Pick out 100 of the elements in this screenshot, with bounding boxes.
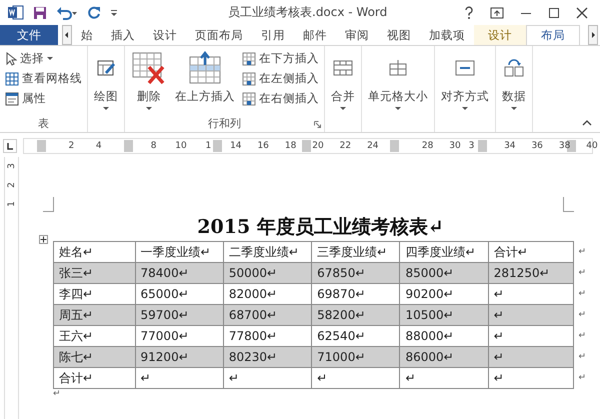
table-cell: 85000↵: [400, 262, 488, 284]
column-marker[interactable]: [478, 140, 487, 152]
ribbon-button[interactable]: 选择: [3, 50, 84, 67]
close-icon[interactable]: [576, 6, 588, 18]
table-cell: 80230↵: [223, 346, 312, 368]
ribbon-tab[interactable]: 插入: [102, 25, 144, 45]
ruler-number: 14: [230, 140, 242, 153]
table-cell: 张三↵: [54, 262, 136, 284]
ribbon-tab[interactable]: 审阅: [336, 25, 378, 45]
caret-icon: [146, 107, 152, 111]
table-cell: ↵: [488, 304, 574, 326]
merge-cells-icon: [332, 59, 354, 77]
ribbon-tab[interactable]: 页面布局: [186, 25, 252, 45]
column-marker[interactable]: [390, 140, 399, 152]
caret-icon: [511, 107, 517, 111]
paragraph-mark: ↵: [52, 389, 62, 399]
save-icon[interactable]: [33, 6, 47, 20]
cursor-icon: [5, 52, 17, 66]
data-icon: [503, 58, 525, 78]
caret-icon: [462, 107, 468, 111]
ribbon-button[interactable]: 在下方插入: [240, 50, 321, 67]
column-marker[interactable]: [37, 140, 46, 152]
ribbon-button[interactable]: 删除: [128, 48, 170, 116]
customize-icon[interactable]: [110, 8, 118, 18]
ruler-number: 40: [586, 140, 598, 153]
ruler-number: 18: [284, 140, 296, 153]
scroll-right-icon[interactable]: [588, 25, 598, 45]
ribbon-tab[interactable]: 始: [72, 25, 102, 45]
table-cell: ↵: [400, 368, 488, 388]
caret-icon: [103, 107, 109, 111]
ruler-number: 1: [206, 140, 212, 153]
window-title: 员工业绩考核表.docx - Word: [227, 4, 388, 21]
column-header: 一季度业绩↵: [135, 242, 224, 262]
column-marker[interactable]: [213, 140, 222, 152]
table-cell: 91200↵: [135, 346, 224, 368]
ribbon-button[interactable]: 数据: [499, 48, 529, 116]
column-marker[interactable]: [302, 140, 311, 152]
table-cell: 10500↵: [400, 304, 488, 326]
ribbon-button[interactable]: 在左侧插入: [240, 70, 321, 87]
ruler-number: 3: [468, 140, 474, 153]
ruler-number: 1: [6, 201, 16, 207]
ribbon-button[interactable]: 属性: [3, 90, 84, 107]
ruler-number: 2: [6, 182, 16, 188]
column-header: 姓名↵: [54, 242, 136, 262]
ruler-number: 8: [150, 140, 156, 153]
ribbon-button[interactable]: 合并: [328, 48, 358, 116]
collapse-ribbon-icon[interactable]: [582, 120, 592, 126]
ruler-number: 20: [312, 140, 324, 153]
ribbon-display-icon[interactable]: [490, 6, 504, 18]
word-icon[interactable]: [8, 5, 24, 20]
table-cell: ↵: [135, 368, 224, 388]
table-cell: 71000↵: [312, 346, 400, 368]
row-end-mark: ↵: [574, 262, 592, 284]
tab-selector-icon[interactable]: [3, 139, 17, 153]
file-tab[interactable]: 文件: [0, 25, 58, 45]
properties-icon: [5, 92, 19, 106]
ribbon-tab[interactable]: 引用: [252, 25, 294, 45]
ruler-number: 30: [449, 140, 461, 153]
caret-icon: [47, 56, 53, 60]
ribbon-button[interactable]: 在上方插入: [172, 48, 238, 116]
ribbon-button[interactable]: 在右侧插入: [240, 90, 321, 107]
row-end-mark: ↵: [574, 304, 592, 326]
document-title: 2015 年度员工业绩考核表↵: [196, 215, 445, 239]
ruler-number: 3: [6, 163, 16, 169]
ribbon-button[interactable]: 对齐方式: [438, 48, 492, 116]
ribbon-tab[interactable]: 邮件: [294, 25, 336, 45]
ruler-number: 36: [531, 140, 543, 153]
ruler-number: 34: [504, 140, 516, 153]
insert-table-icon: [242, 92, 256, 106]
ribbon-tab[interactable]: 设计: [144, 25, 186, 45]
scroll-left-icon[interactable]: [62, 25, 72, 45]
ribbon-button[interactable]: 单元格大小: [365, 48, 431, 116]
delete-table-icon: [131, 51, 167, 85]
insert-row-above-icon: [188, 51, 222, 85]
ribbon-tab[interactable]: 设计: [474, 25, 526, 45]
ruler-number: 4: [96, 140, 102, 153]
help-icon[interactable]: [464, 6, 474, 20]
ruler-number: 24: [367, 140, 379, 153]
table-cell: ↵: [312, 368, 400, 388]
ribbon-button[interactable]: 绘图: [91, 48, 121, 116]
group-label: 表: [38, 117, 49, 130]
redo-icon[interactable]: [87, 6, 101, 20]
grid-icon: [5, 72, 19, 86]
undo-icon[interactable]: [56, 6, 78, 20]
ruler-number: 2: [68, 140, 74, 153]
ribbon-tab[interactable]: 加载项: [420, 25, 474, 45]
ribbon-tab[interactable]: 视图: [378, 25, 420, 45]
caret-icon: [340, 107, 346, 111]
maximize-icon[interactable]: [548, 6, 560, 18]
table-move-handle-icon[interactable]: [39, 235, 48, 244]
table-cell: ↵: [488, 346, 574, 368]
ruler-number: 28: [422, 140, 434, 153]
table-cell: ↵: [223, 368, 312, 388]
ribbon-tab[interactable]: 布局: [526, 25, 580, 45]
row-end-mark: ↵: [574, 284, 592, 304]
dialog-launcher-icon[interactable]: [314, 121, 321, 128]
ribbon-button[interactable]: 查看网格线: [3, 70, 84, 87]
column-header: 二季度业绩↵: [223, 242, 312, 262]
column-marker[interactable]: [124, 140, 133, 152]
table-cell: ↵: [488, 368, 574, 388]
